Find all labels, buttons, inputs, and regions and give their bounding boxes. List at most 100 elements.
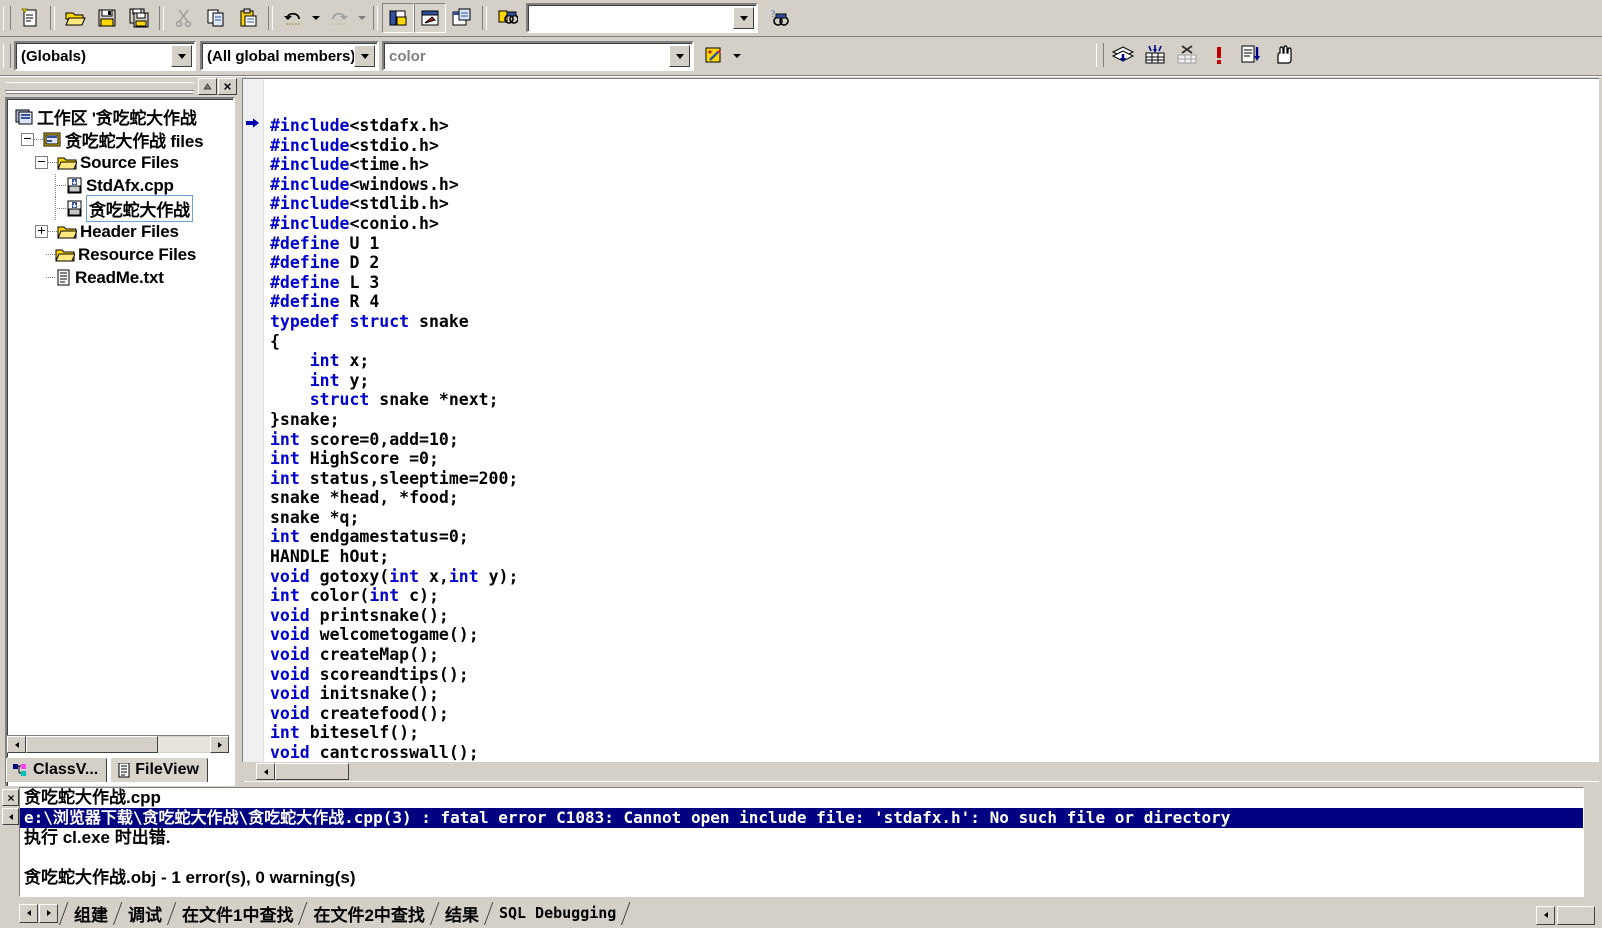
toolbar-grip[interactable]: [3, 6, 11, 30]
editor-scroll-thumb[interactable]: [275, 763, 349, 780]
wizardbar-action-button[interactable]: [698, 41, 730, 71]
filter-combo-value: (All global members): [207, 47, 355, 65]
vc6-main-window: ? (Globals) (All global members) color 工…: [0, 0, 1602, 928]
code-editor[interactable]: #include<stdafx.h> #include<stdio.h> #incl…: [242, 78, 1599, 782]
workspace-scroll-left-button[interactable]: [7, 736, 26, 753]
insert-breakpoint-button[interactable]: [1267, 40, 1299, 70]
editor-scroll-track[interactable]: [349, 764, 1599, 779]
watch-window-button[interactable]: [446, 3, 478, 33]
floppy-save-all-icon: [129, 8, 149, 28]
code-line: snake *head, *food;: [270, 488, 459, 508]
output-hscroll-left-button[interactable]: [1536, 905, 1555, 925]
filter-combo-dropdown-button[interactable]: [354, 45, 375, 67]
tree-expander-minus[interactable]: [21, 133, 34, 146]
code-line: #include<stdio.h>: [270, 135, 439, 155]
code-line: #include<conio.h>: [270, 213, 439, 233]
output-close-button[interactable]: [2, 789, 19, 806]
editor-scroll-left-button[interactable]: [256, 763, 275, 780]
output-tab-results[interactable]: 结果: [441, 901, 483, 925]
save-all-button[interactable]: [123, 3, 155, 33]
tree-expander-plus[interactable]: [35, 225, 48, 238]
wizardbar-grip[interactable]: [3, 44, 11, 68]
tree-connector: [46, 276, 55, 279]
output-tab-prev-button[interactable]: [19, 903, 38, 923]
output-line-error[interactable]: e:\浏览器下载\贪吃蛇大作战\贪吃蛇大作战.cpp(3) : fatal er…: [20, 808, 1583, 828]
new-text-file-button[interactable]: [14, 3, 46, 33]
save-button[interactable]: [91, 3, 123, 33]
code-line: #include<stdafx.h>: [270, 116, 449, 135]
tab-divider: [620, 902, 632, 924]
workspace-horizontal-scrollbar[interactable]: [7, 735, 229, 753]
code-text-area[interactable]: #include<stdafx.h> #include<stdio.h> #incl…: [264, 79, 1599, 782]
code-line: #include<windows.h>: [270, 174, 459, 194]
find-in-files-help-button[interactable]: ?: [764, 3, 796, 33]
go-button[interactable]: [1235, 40, 1267, 70]
wizardbar-dropdown-button[interactable]: [730, 42, 744, 70]
output-toggle-button[interactable]: [414, 3, 446, 33]
tree-item-resource-files[interactable]: Resource Files: [7, 243, 233, 266]
output-hscroll-thumb[interactable]: [1557, 905, 1595, 925]
code-line: #include<stdlib.h>: [270, 194, 449, 214]
tree-item-readme-txt[interactable]: ReadMe.txt: [7, 266, 233, 289]
paste-button[interactable]: [232, 3, 264, 33]
tree-item-project[interactable]: 贪吃蛇大作战 files: [7, 128, 233, 151]
workspace-close-button[interactable]: [218, 78, 237, 95]
tree-item-label: Resource Files: [78, 244, 197, 264]
compile-button[interactable]: [1107, 40, 1139, 70]
undo-dropdown-button[interactable]: [309, 4, 323, 32]
output-scroll-up-button[interactable]: [2, 808, 19, 825]
find-in-files-button[interactable]: [491, 3, 523, 33]
workspace-toggle-button[interactable]: [382, 3, 414, 33]
svg-text:?: ?: [771, 9, 775, 19]
output-tab-find-in-files-2[interactable]: 在文件2中查找: [309, 901, 428, 925]
tree-item-stdafx-cpp[interactable]: StdAfx.cpp: [7, 174, 233, 197]
tab-divider: [166, 902, 178, 924]
code-line: int x;: [309, 351, 370, 371]
open-button[interactable]: [59, 3, 91, 33]
workspace-tree[interactable]: 工作区 '贪吃蛇大作战 贪吃蛇大作战 files Source Files St…: [5, 97, 235, 801]
tab-classview[interactable]: ClassV...: [6, 757, 108, 782]
workspace-scroll-right-button[interactable]: [210, 736, 229, 753]
member-combo-dropdown-button[interactable]: [669, 45, 690, 67]
copy-button[interactable]: [200, 3, 232, 33]
tree-item-snake-cpp[interactable]: 贪吃蛇大作战: [7, 195, 233, 222]
output-tab-find-in-files-1[interactable]: 在文件1中查找: [178, 901, 297, 925]
workspace-drag-grip[interactable]: [5, 82, 194, 91]
workspace-scroll-track[interactable]: [158, 737, 210, 752]
workspace-minimize-button[interactable]: [198, 78, 217, 95]
find-combo-dropdown-button[interactable]: [733, 7, 754, 29]
tree-item-header-files[interactable]: Header Files: [7, 220, 233, 243]
output-tab-sql-debugging[interactable]: SQL Debugging: [495, 901, 620, 925]
workspace-titlebar[interactable]: [4, 78, 237, 95]
binoculars-files-icon: [498, 10, 518, 24]
cut-button[interactable]: [168, 3, 200, 33]
member-combo[interactable]: color: [382, 41, 694, 71]
redo-dropdown-button[interactable]: [355, 4, 369, 32]
stop-build-button[interactable]: [1171, 40, 1203, 70]
class-combo[interactable]: (Globals): [14, 41, 196, 71]
left-arrow-icon: [14, 741, 19, 748]
undo-button[interactable]: [277, 3, 309, 33]
tree-item-workspace[interactable]: 工作区 '贪吃蛇大作战: [7, 105, 233, 128]
execute-program-button[interactable]: [1203, 40, 1235, 70]
redo-button[interactable]: [323, 3, 355, 33]
workspace-scroll-thumb[interactable]: [26, 736, 158, 753]
class-combo-dropdown-button[interactable]: [171, 45, 192, 67]
editor-gutter[interactable]: [243, 79, 264, 782]
tab-fileview[interactable]: FileView: [110, 757, 208, 782]
step-into-doc-icon: [1241, 45, 1260, 63]
filter-combo[interactable]: (All global members): [200, 41, 379, 71]
output-window-icon: [421, 10, 439, 26]
output-text-area[interactable]: 贪吃蛇大作战.cpp e:\浏览器下载\贪吃蛇大作战\贪吃蛇大作战.cpp(3)…: [19, 787, 1584, 897]
output-tab-build[interactable]: 组建: [70, 901, 112, 925]
tree-item-source-files[interactable]: Source Files: [7, 151, 233, 174]
tree-expander-minus[interactable]: [35, 156, 48, 169]
tab-divider: [297, 902, 309, 924]
output-tab-next-button[interactable]: [39, 903, 58, 923]
build-button[interactable]: [1139, 40, 1171, 70]
build-toolbar-grip[interactable]: [1096, 43, 1104, 67]
tree-item-label: Source Files: [80, 152, 179, 172]
editor-horizontal-scrollbar[interactable]: [242, 762, 1599, 781]
output-tab-debug[interactable]: 调试: [124, 901, 166, 925]
find-combo[interactable]: [526, 3, 758, 33]
